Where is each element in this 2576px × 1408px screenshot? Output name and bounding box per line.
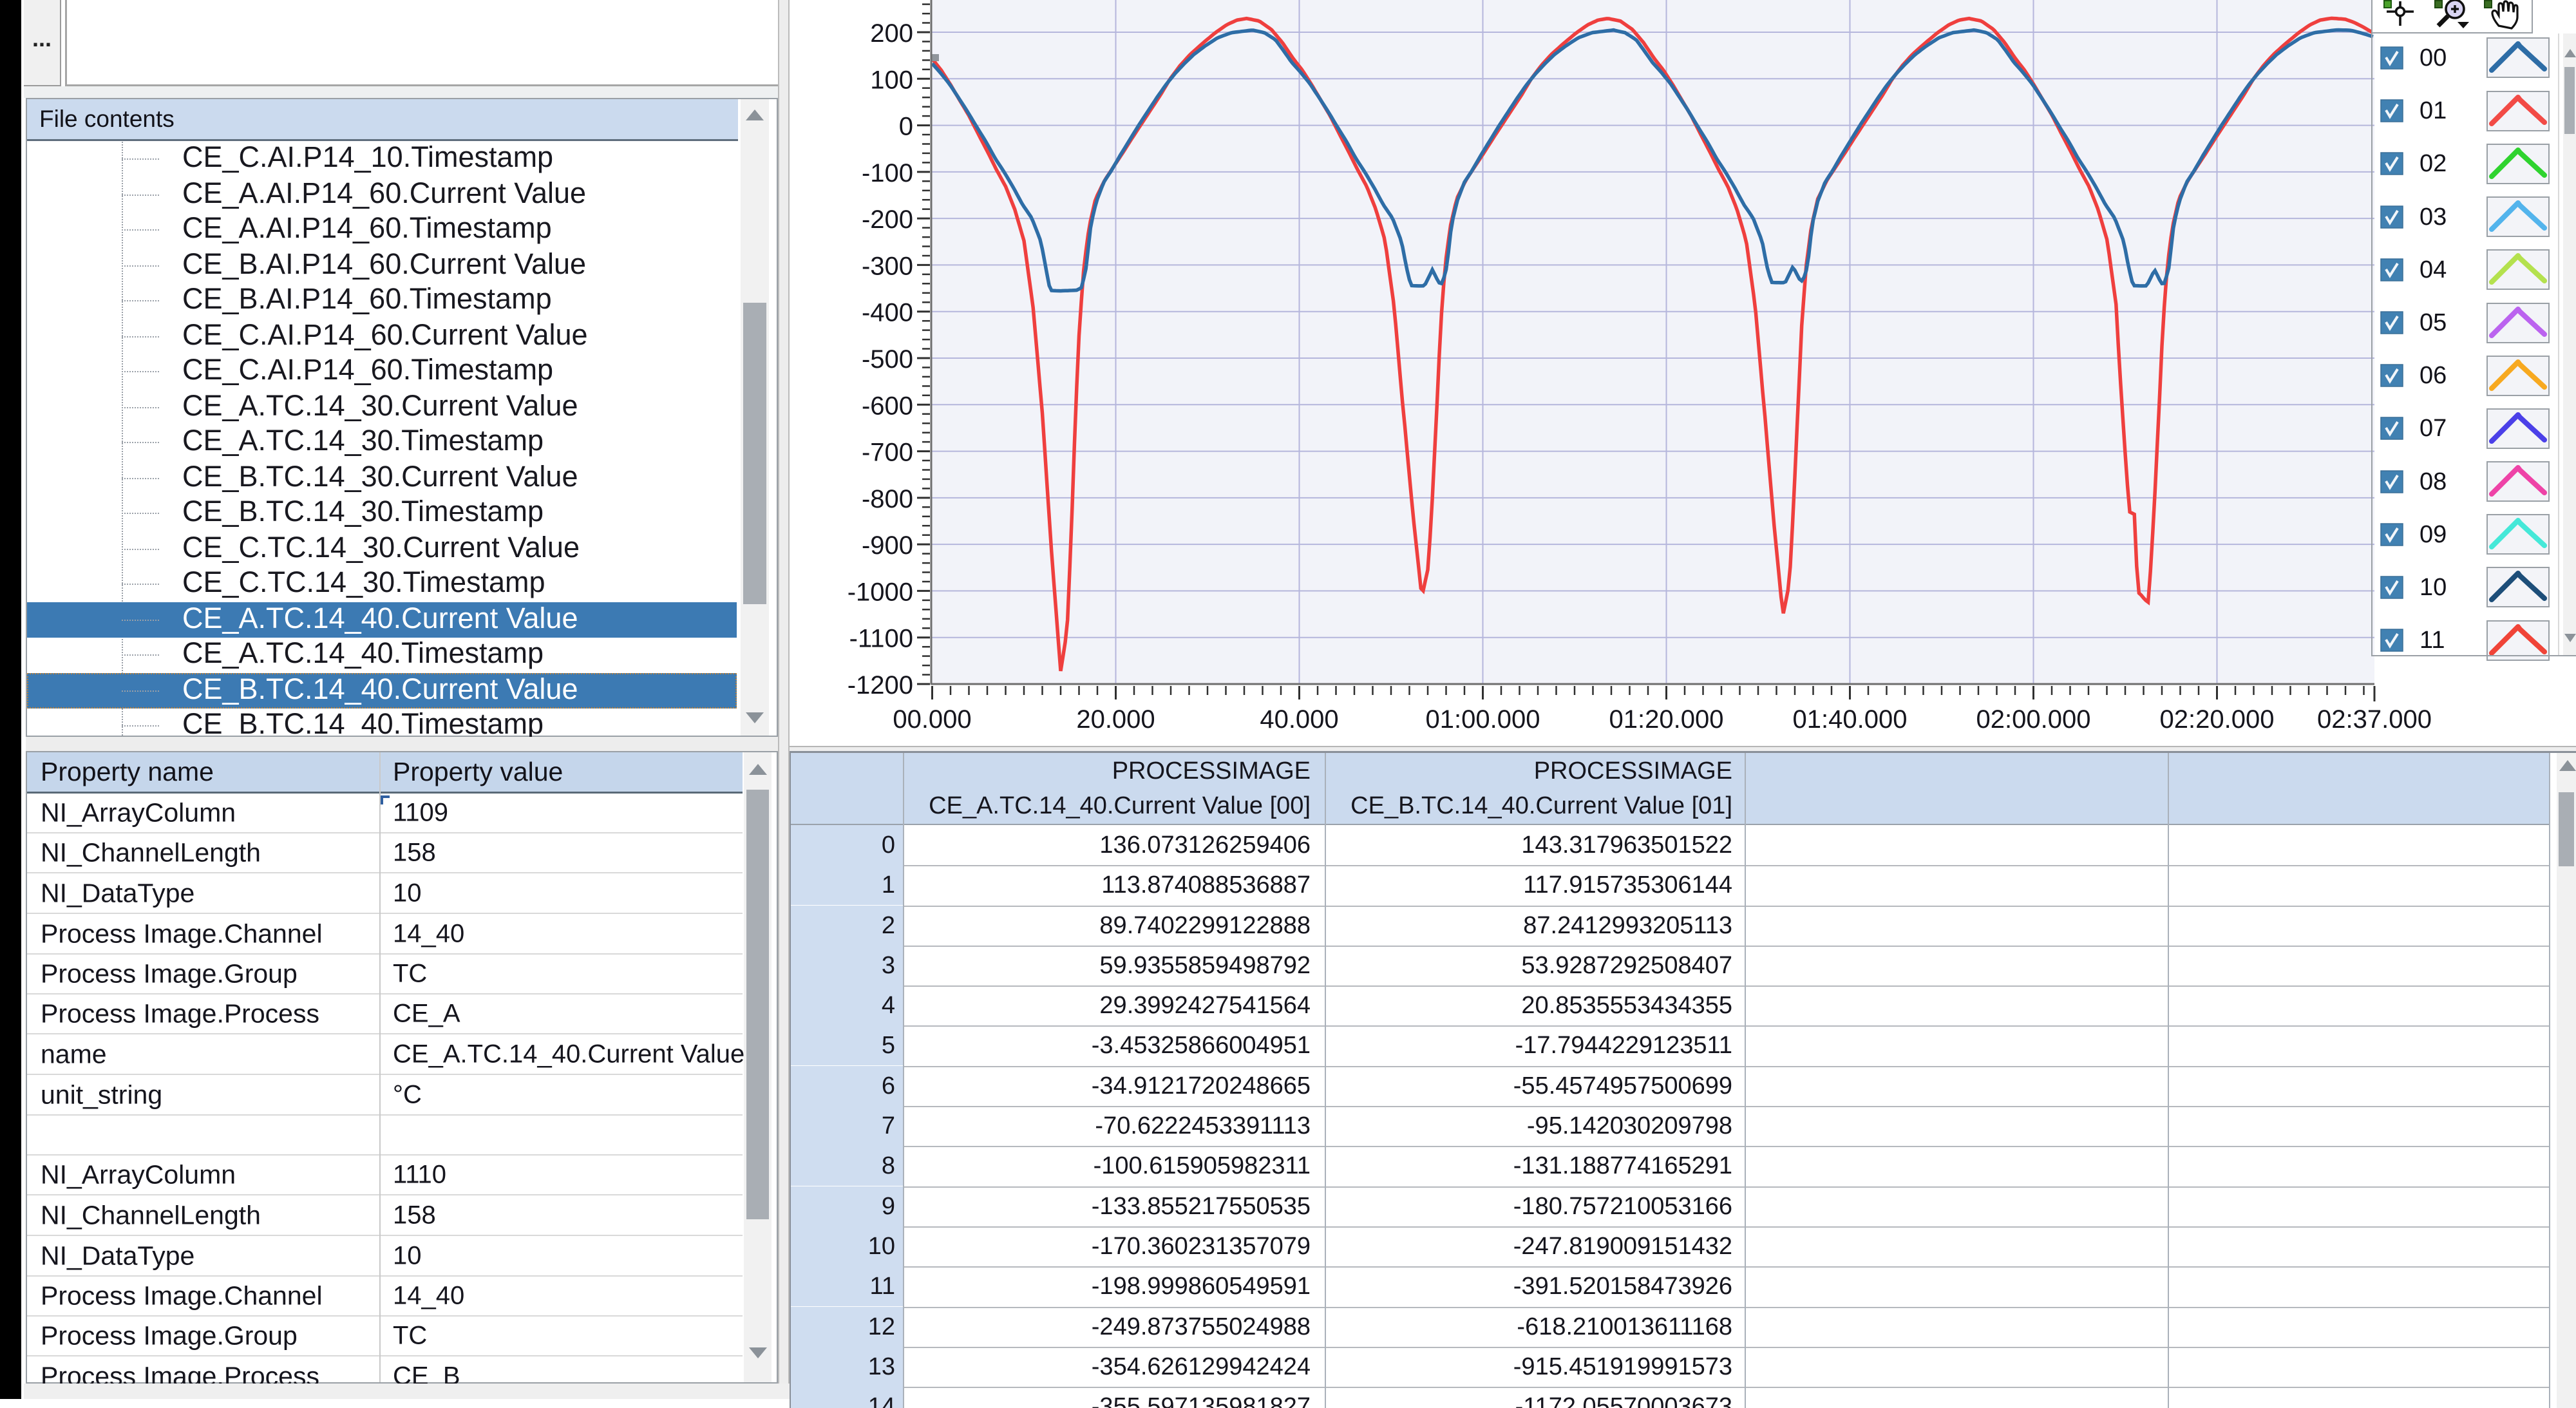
svg-text:200: 200	[870, 19, 913, 48]
svg-text:-800: -800	[862, 485, 913, 513]
svg-text:-700: -700	[862, 439, 913, 467]
svg-text:20.000: 20.000	[1076, 705, 1155, 734]
svg-text:-100: -100	[862, 159, 913, 187]
svg-text:40.000: 40.000	[1260, 705, 1338, 734]
svg-text:02:00.000: 02:00.000	[1976, 705, 2091, 734]
svg-text:-900: -900	[862, 531, 913, 560]
svg-text:-300: -300	[862, 252, 913, 280]
svg-text:-400: -400	[862, 299, 913, 327]
svg-text:-1000: -1000	[848, 578, 913, 606]
svg-text:02:20.000: 02:20.000	[2160, 705, 2275, 734]
svg-text:00.000: 00.000	[893, 705, 971, 734]
svg-text:01:20.000: 01:20.000	[1609, 705, 1724, 734]
svg-text:02:37.000: 02:37.000	[2317, 705, 2432, 734]
svg-text:-1100: -1100	[849, 625, 913, 653]
svg-text:100: 100	[870, 66, 913, 94]
svg-text:01:00.000: 01:00.000	[1426, 705, 1540, 734]
svg-text:-500: -500	[862, 345, 913, 374]
svg-text:-1200: -1200	[848, 671, 913, 699]
svg-text:01:40.000: 01:40.000	[1793, 705, 1908, 734]
svg-text:-200: -200	[862, 205, 913, 234]
svg-text:0: 0	[899, 113, 913, 141]
svg-text:-600: -600	[862, 392, 913, 420]
